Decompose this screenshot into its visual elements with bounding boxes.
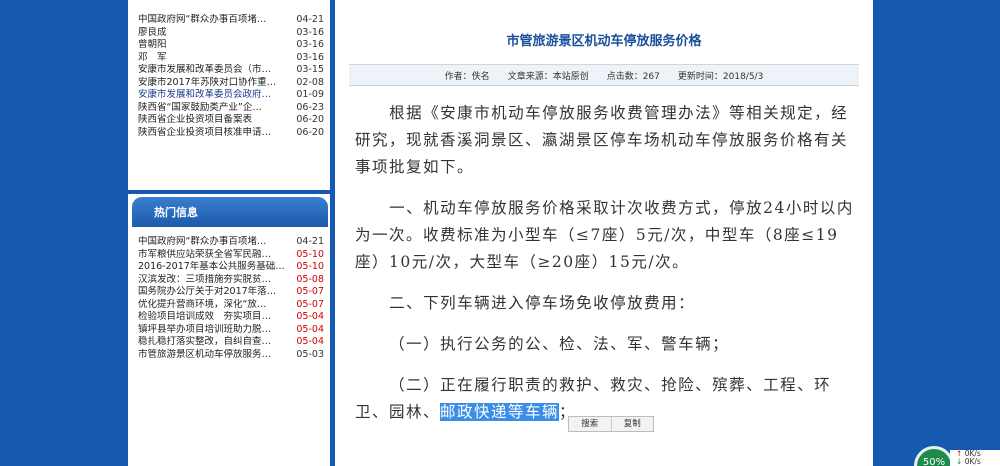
list-item-date: 03-16 [296,26,324,38]
list-item-date: 03-15 [296,64,324,75]
selected-text[interactable]: 邮政快递等车辆 [440,403,560,421]
list-item-title[interactable]: 中国政府网“群众办事百项堵… [138,236,288,249]
list-item[interactable]: 优化提升营商环境，深化“放… 05-07 [138,299,324,312]
list-item-title[interactable]: 镇坪县举办项目培训班助力脱… [138,324,288,337]
list-item-date: 05-04 [296,323,324,335]
list-item-date: 05-08 [296,273,324,285]
list-item-date: 02-08 [296,76,324,88]
article-body[interactable]: 根据《安康市机动车停放服务收费管理办法》等相关规定，经研究，现就香溪洞景区、瀛湖… [355,100,863,440]
list-item-date: 05-10 [296,261,324,272]
list-item-title[interactable]: 邓 军 [138,52,288,65]
list-item-date: 05-03 [296,348,324,360]
hot-info-header: 热门信息 [132,197,328,225]
meta-author: 作者：佚名 [444,71,490,82]
copy-button[interactable]: 复制 [610,417,654,431]
list-item-title[interactable]: 稳扎稳打落实整改，自纠自查… [138,336,288,349]
list-item-title[interactable]: 检验项目培训成效 夯实项目… [138,311,288,324]
list-item[interactable]: 陕西省“国家鼓励类产业”企… 06-23 [138,102,324,115]
list-item-date: 05-10 [296,248,324,260]
list-item-date: 03-16 [296,39,324,50]
left-sidebar: 中国政府网“群众办事百项堵… 04-21 廖良成 03-16 曾朝阳 03-16 邓 军 03… [128,0,330,466]
list-item[interactable]: 陕西省企业投资项目备案表 06-20 [138,114,324,127]
download-speed: 0K/s [964,457,981,466]
list-item-date: 05-04 [296,311,324,322]
list-item-date: 06-23 [296,101,324,113]
list-item-date: 04-21 [296,14,324,25]
list-item-date: 06-20 [296,114,324,125]
list-item[interactable]: 陕西省企业投资项目核准申请… 06-20 [138,127,324,140]
paragraph-2[interactable]: 一、机动车停放服务价格采取计次收费方式，停放24小时以内为一次。收费标准为小型车… [355,195,863,276]
list-item-title[interactable]: 安康市发展和改革委员会政府… [138,89,288,102]
list-item[interactable]: 安康市发展和改革委员会（市… 03-15 [138,64,324,77]
list-item-title[interactable]: 陕西省“国家鼓励类产业”企… [138,102,288,115]
list-item[interactable]: 市管旅游景区机动车停放服务… 05-03 [138,349,324,362]
meta-updated: 更新时间：2018/5/3 [677,71,764,82]
list-item-title[interactable]: 安康市发展和改革委员会（市… [138,64,288,77]
list-item-title[interactable]: 2016-2017年基本公共服务基础… [138,261,288,274]
list-item-title[interactable]: 陕西省企业投资项目核准申请… [138,127,288,140]
list-item[interactable]: 市军粮供应站荣获全省军民融… 05-10 [138,249,324,262]
list-item-date: 05-07 [296,298,324,310]
list-item[interactable]: 曾朝阳 03-16 [138,39,324,52]
list-item[interactable]: 中国政府网“群众办事百项堵… 04-21 [138,14,324,27]
list-item[interactable]: 邓 军 03-16 [138,52,324,65]
list-item-title[interactable]: 国务院办公厅关于对2017年落… [138,286,288,299]
sidebar-separator [128,190,330,194]
list-item-title[interactable]: 安康市2017年苏陕对口协作重… [138,77,288,90]
list-item-title[interactable]: 市军粮供应站荣获全省军民融… [138,249,288,262]
list-item-title[interactable]: 曾朝阳 [138,39,288,52]
list-item[interactable]: 2016-2017年基本公共服务基础… 05-10 [138,261,324,274]
list-item-date: 04-21 [296,236,324,247]
list-item[interactable]: 检验项目培训成效 夯实项目… 05-04 [138,311,324,324]
list-item[interactable]: 镇坪县举办项目培训班助力脱… 05-04 [138,324,324,337]
hot-info-underline [132,225,328,227]
article-panel: 市管旅游景区机动车停放服务价格 作者：佚名 文章来源：本站原创 点击数：267 … [335,0,873,466]
list-item-date: 01-09 [296,89,324,100]
list-item-date: 05-04 [296,336,324,347]
article-title: 市管旅游景区机动车停放服务价格 [506,34,702,49]
hot-info-title: 热门信息 [154,206,198,219]
list-item[interactable]: 安康市2017年苏陕对口协作重… 02-08 [138,77,324,90]
list-item-title[interactable]: 陕西省企业投资项目备案表 [138,114,288,127]
list-item-date: 05-07 [296,286,324,297]
list-item[interactable]: 廖良成 03-16 [138,27,324,40]
recent-list: 中国政府网“群众办事百项堵… 04-21 廖良成 03-16 曾朝阳 03-16 邓 军 03… [128,14,330,139]
list-item-date: 06-20 [296,126,324,138]
list-item[interactable]: 中国政府网“群众办事百项堵… 04-21 [138,236,324,249]
right-background [873,0,1000,466]
paragraph-5-text[interactable]: （二）正在履行职责的救护、救灾、抢险、殡葬、工程、环卫、园林、 [355,376,831,421]
list-item[interactable]: 稳扎稳打落实整改，自纠自查… 05-04 [138,336,324,349]
list-item[interactable]: 汉滨发改：三项措施夯实脱贫… 05-08 [138,274,324,287]
list-item[interactable]: 安康市发展和改革委员会政府… 01-09 [138,89,324,102]
list-item-title[interactable]: 优化提升营商环境，深化“放… [138,299,288,312]
meta-source: 文章来源：本站原创 [507,71,589,82]
speed-percent[interactable]: 50% [914,446,954,466]
paragraph-1[interactable]: 根据《安康市机动车停放服务收费管理办法》等相关规定，经研究，现就香溪洞景区、瀛湖… [355,100,863,181]
hot-info-list: 中国政府网“群众办事百项堵… 04-21 市军粮供应站荣获全省军民融… 05-10 20… [128,236,330,361]
selection-popup: 搜索 复制 [568,416,654,432]
list-item-title[interactable]: 汉滨发改：三项措施夯实脱贫… [138,274,288,287]
list-item-title[interactable]: 廖良成 [138,27,288,40]
article-meta: 作者：佚名 文章来源：本站原创 点击数：267 更新时间：2018/5/3 [349,64,859,86]
speed-panel: ↑ 0K/s ↓ 0K/s [950,450,1000,466]
paragraph-4[interactable]: （一）执行公务的公、检、法、军、警车辆； [355,331,863,358]
list-item-title[interactable]: 中国政府网“群众办事百项堵… [138,14,288,27]
network-speed-widget[interactable]: 50% ↑ 0K/s ↓ 0K/s [914,446,1000,466]
list-item-date: 03-16 [296,51,324,63]
download-arrow-icon: ↓ [956,457,963,466]
list-item[interactable]: 国务院办公厅关于对2017年落… 05-07 [138,286,324,299]
meta-clicks: 点击数：267 [606,71,660,82]
search-button[interactable]: 搜索 [569,417,611,431]
list-item-title[interactable]: 市管旅游景区机动车停放服务… [138,349,288,362]
paragraph-3[interactable]: 二、下列车辆进入停车场免收停放费用： [355,290,863,317]
